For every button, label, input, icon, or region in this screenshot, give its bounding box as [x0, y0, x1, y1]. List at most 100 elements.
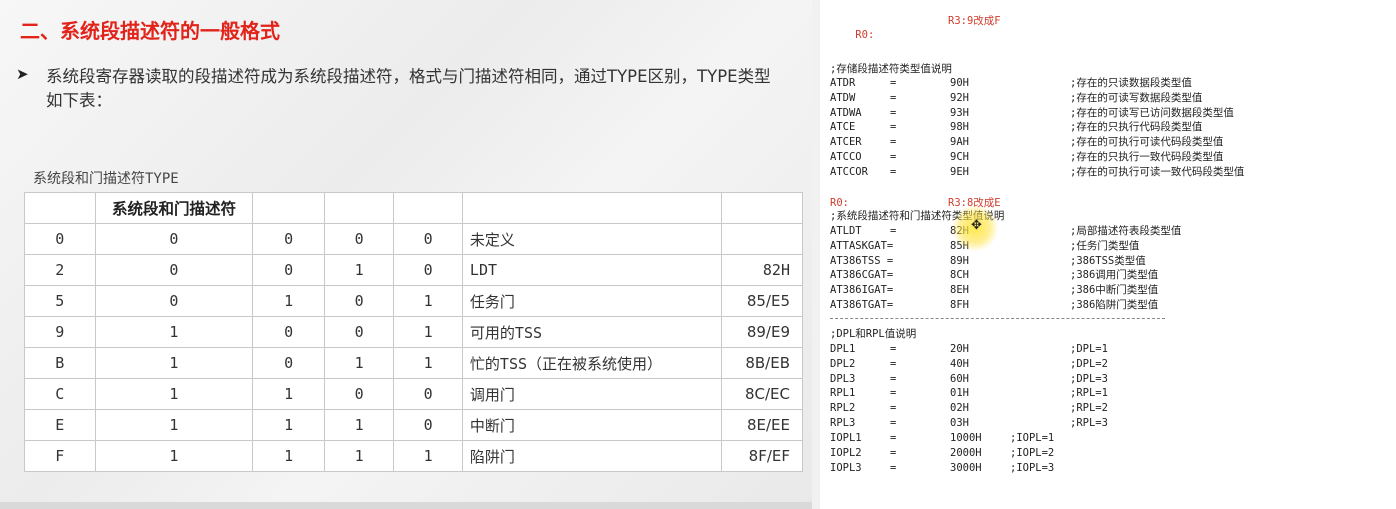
code-val: 8FH	[950, 299, 969, 311]
code-comment: ;IOPL=2	[1010, 446, 1055, 459]
table-header-row: 系统段和门描述符	[24, 192, 803, 224]
slide-title: 二、系统段描述符的一般格式	[20, 19, 280, 43]
code-eq: =	[890, 372, 897, 385]
table-cell-c3: 0	[323, 316, 395, 348]
code-comment: ;任务门类型值	[1070, 239, 1140, 252]
table-cell-hex: 8E/EE	[721, 409, 803, 441]
table-cell-c2: 1	[252, 440, 325, 472]
section-title: ;DPL和RPL值说明	[830, 328, 917, 340]
slide-panel: 二、系统段描述符的一般格式 ➤ 系统段寄存器读取的段描述符成为系统段描述符，格式…	[0, 0, 812, 509]
code-eq: =	[890, 91, 897, 104]
code-comment: ;存在的可执行可读代码段类型值	[1070, 136, 1224, 149]
table-cell-c0: F	[24, 440, 96, 472]
code-val: 03H	[950, 417, 969, 429]
code-name: DPL1	[830, 343, 856, 355]
code-eq: =	[890, 121, 897, 134]
table-cell-c0: 0	[24, 223, 96, 255]
table-row: E 1 1 1 0 中断门 8E/EE	[24, 409, 803, 441]
table-cell-c1: 1	[94, 409, 254, 441]
table-cell-hex	[721, 223, 803, 255]
code-comment: ;存在的只执行一致代码段类型值	[1070, 151, 1224, 163]
table-row: C 1 1 0 0 调用门 8C/EC	[24, 378, 803, 410]
code-eq: =	[890, 136, 897, 149]
code-comment: ;386陷阱门类型值	[1070, 299, 1159, 311]
table-cell-c2: 0	[252, 347, 325, 379]
code-eq: =	[890, 461, 897, 474]
code-comment: ;存在的只执行代码段类型值	[1070, 121, 1203, 134]
code-eq: =	[890, 446, 897, 459]
code-name: RPL3	[830, 417, 856, 429]
table-cell-desc: 调用门	[461, 378, 723, 410]
code-comment: ;存在的可读写已访问数据段类型值	[1070, 106, 1234, 119]
table-cell-c4: 0	[393, 409, 463, 441]
table-cell-c3: 0	[323, 285, 395, 317]
table-cell-c1: 0	[94, 223, 254, 255]
code-val: 90H	[950, 77, 969, 89]
table-header-cell	[393, 192, 463, 224]
table-cell-c0: 2	[24, 254, 96, 286]
separator-line	[830, 318, 1165, 319]
table-cell-desc: 陷阱门	[461, 440, 723, 472]
code-name: RPL2	[830, 402, 856, 415]
table-cell-c1: 1	[94, 347, 254, 379]
code-val: 9AH	[950, 136, 969, 149]
code-val: 01H	[950, 387, 969, 400]
code-name: DPL3	[830, 372, 856, 385]
code-name: ATCE	[830, 121, 856, 134]
table-header-cell	[721, 192, 803, 224]
table-header-cell	[323, 192, 395, 224]
code-comment: ;DPL=3	[1070, 372, 1108, 385]
code-val: 1000H	[950, 432, 982, 444]
table-cell-c1: 1	[94, 440, 254, 472]
table-cell-c2: 0	[252, 223, 325, 255]
table-cell-hex: 82H	[721, 254, 803, 286]
code-comment: ;386调用门类型值	[1070, 269, 1159, 282]
code-name: ATDW	[830, 91, 856, 104]
code-val: 20H	[950, 343, 969, 355]
code-name: ATCCOR	[830, 165, 868, 178]
table-row: F 1 1 1 1 陷阱门 8F/EF	[24, 440, 803, 472]
code-comment: ;存在的可读写数据段类型值	[1070, 91, 1203, 104]
code-name: IOPL3	[830, 461, 862, 474]
table-cell-c4: 1	[393, 347, 463, 379]
table-cell-c4: 1	[393, 316, 463, 348]
table-cell-hex: 85/E5	[721, 285, 803, 317]
section-title: ;存储段描述符类型值说明	[830, 63, 952, 75]
table-cell-c3: 1	[323, 409, 395, 441]
table-cell-c2: 1	[252, 378, 325, 410]
code-eq: =	[890, 402, 897, 415]
table-row: 0 0 0 0 0 未定义	[24, 223, 803, 255]
slide-bottom-bar	[0, 502, 812, 509]
table-header-cell: 系统段和门描述符	[94, 192, 254, 224]
table-cell-hex: 8F/EF	[721, 440, 803, 472]
code-name: DPL2	[830, 357, 856, 370]
table-cell-c0: 9	[24, 316, 96, 348]
code-val: 92H	[950, 91, 969, 104]
code-name: ATDR	[830, 77, 856, 89]
table-row: 5 0 1 0 1 任务门 85/E5	[24, 285, 803, 317]
table-header-cell	[252, 192, 325, 224]
table-cell-c3: 0	[323, 223, 395, 255]
table-cell-c3: 1	[323, 347, 395, 379]
note-left: R0:	[855, 29, 875, 41]
table-cell-c3: 0	[323, 378, 395, 410]
code-val: 9EH	[950, 165, 969, 178]
code-comment: ;存在的可执行可读一致代码段类型值	[1070, 165, 1245, 178]
table-cell-desc: 中断门	[461, 409, 723, 441]
code-eq: =	[890, 151, 897, 163]
code-val: 40H	[950, 357, 969, 370]
code-name: ATLDT	[830, 225, 862, 237]
code-comment: ;386TSS类型值	[1070, 254, 1146, 267]
table-cell-c0: C	[24, 378, 96, 410]
code-eq: =	[890, 432, 897, 444]
code-comment: ;IOPL=1	[1010, 432, 1055, 444]
code-eq: =	[890, 417, 897, 429]
table-cell-c4: 1	[393, 285, 463, 317]
code-comment: ;存在的只读数据段类型值	[1070, 77, 1192, 89]
code-eq: =	[890, 357, 897, 370]
code-name: RPL1	[830, 387, 856, 400]
code-comment: ;DPL=2	[1070, 357, 1108, 370]
table-cell-c2: 1	[252, 409, 325, 441]
code-comment: ;RPL=2	[1070, 402, 1108, 415]
note-line-2: R0:	[830, 197, 849, 209]
